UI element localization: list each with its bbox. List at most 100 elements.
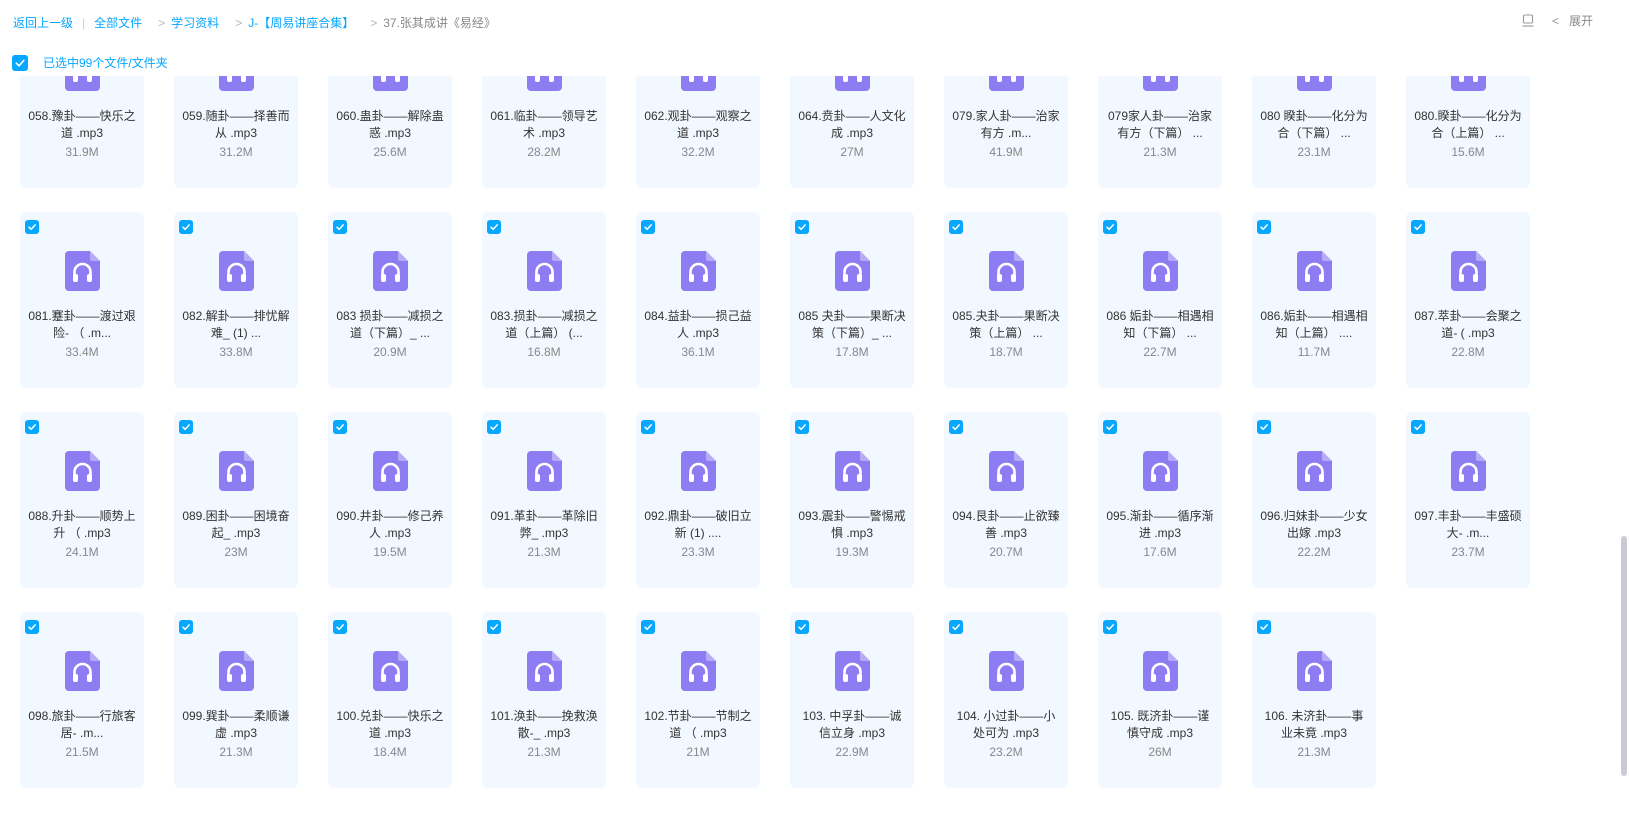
file-checkbox[interactable] <box>795 420 809 434</box>
file-checkbox[interactable] <box>333 620 347 634</box>
file-card[interactable]: 079家人卦——治家有方（下篇） ... 21.3M <box>1098 76 1222 188</box>
file-checkbox[interactable] <box>641 220 655 234</box>
file-size: 17.8M <box>835 345 869 359</box>
scrollbar[interactable] <box>1619 76 1629 815</box>
file-size: 22.9M <box>835 745 869 759</box>
file-checkbox[interactable] <box>179 420 193 434</box>
file-card[interactable]: 088.升卦——顺势上升 （ .mp3 24.1M <box>20 412 144 588</box>
breadcrumb-arrow-icon: > <box>370 15 378 30</box>
file-checkbox[interactable] <box>1103 420 1117 434</box>
file-card[interactable]: 083.损卦——减损之道（上篇） (... 16.8M <box>482 212 606 388</box>
audio-file-icon <box>373 251 408 291</box>
file-card[interactable]: 086 姤卦——相遇相知（下篇） ... 22.7M <box>1098 212 1222 388</box>
audio-file-icon <box>1143 76 1178 91</box>
audio-file-icon <box>219 451 254 491</box>
file-size: 31.2M <box>219 145 253 159</box>
audio-file-icon <box>527 651 562 691</box>
file-card[interactable]: 064.贲卦——人文化成 .mp3 27M <box>790 76 914 188</box>
file-card[interactable]: 095.渐卦——循序渐进 .mp3 17.6M <box>1098 412 1222 588</box>
file-card[interactable]: 091.革卦——革除旧弊_ .mp3 21.3M <box>482 412 606 588</box>
file-card[interactable]: 062.观卦——观察之道 .mp3 32.2M <box>636 76 760 188</box>
file-checkbox[interactable] <box>641 420 655 434</box>
scrollbar-thumb[interactable] <box>1621 536 1627 776</box>
file-card[interactable]: 103. 中孚卦——诚信立身 .mp3 22.9M <box>790 612 914 788</box>
file-card[interactable]: 097.丰卦——丰盛硕大- .m... 23.7M <box>1406 412 1530 588</box>
audio-file-icon <box>65 76 100 91</box>
file-checkbox[interactable] <box>1257 420 1271 434</box>
file-name: 059.随卦——择善而从 .mp3 <box>182 109 290 140</box>
file-card[interactable]: 099.巽卦——柔顺谦虚 .mp3 21.3M <box>174 612 298 788</box>
file-checkbox[interactable] <box>179 220 193 234</box>
file-checkbox[interactable] <box>333 220 347 234</box>
file-name: 086.姤卦——相遇相知（上篇） .... <box>1260 309 1368 340</box>
file-name: 094.艮卦——止欲臻善 .mp3 <box>952 509 1060 540</box>
file-checkbox[interactable] <box>1103 620 1117 634</box>
file-checkbox[interactable] <box>795 220 809 234</box>
file-card[interactable]: 098.旅卦——行旅客居- .m... 21.5M <box>20 612 144 788</box>
file-card[interactable]: 080 睽卦——化分为合（下篇） ... 23.1M <box>1252 76 1376 188</box>
expand-button[interactable]: < 展开 <box>1552 12 1593 29</box>
file-card[interactable]: 084.益卦——损己益人 .mp3 36.1M <box>636 212 760 388</box>
file-checkbox[interactable] <box>949 620 963 634</box>
file-checkbox[interactable] <box>795 620 809 634</box>
file-card[interactable]: 101.涣卦——挽救涣散-_ .mp3 21.3M <box>482 612 606 788</box>
file-size: 20.7M <box>989 545 1023 559</box>
breadcrumb-item-study[interactable]: 学习资料 <box>171 14 219 31</box>
file-size: 21.3M <box>219 745 253 759</box>
file-checkbox[interactable] <box>1257 620 1271 634</box>
file-size: 32.2M <box>681 145 715 159</box>
file-checkbox[interactable] <box>949 220 963 234</box>
file-card[interactable]: 081.蹇卦——渡过艰险- （ .m... 33.4M <box>20 212 144 388</box>
file-card[interactable]: 090.井卦——修己养人 .mp3 19.5M <box>328 412 452 588</box>
file-card[interactable]: 080.睽卦——化分为合（上篇） ... 15.6M <box>1406 76 1530 188</box>
file-name: 058.豫卦——快乐之道 .mp3 <box>28 109 136 140</box>
file-card[interactable]: 104. 小过卦——小处可为 .mp3 23.2M <box>944 612 1068 788</box>
file-card[interactable]: 086.姤卦——相遇相知（上篇） .... 11.7M <box>1252 212 1376 388</box>
file-card[interactable]: 096.归妹卦——少女出嫁 .mp3 22.2M <box>1252 412 1376 588</box>
file-checkbox[interactable] <box>1103 220 1117 234</box>
file-checkbox[interactable] <box>179 620 193 634</box>
file-checkbox[interactable] <box>25 620 39 634</box>
file-card[interactable]: 085.夬卦——果断决策（上篇） ... 18.7M <box>944 212 1068 388</box>
file-checkbox[interactable] <box>25 220 39 234</box>
file-card[interactable]: 102.节卦——节制之道 （ .mp3 21M <box>636 612 760 788</box>
file-name: 103. 中孚卦——诚信立身 .mp3 <box>802 709 902 740</box>
file-card[interactable]: 105. 既济卦——谨慎守成 .mp3 26M <box>1098 612 1222 788</box>
file-card[interactable]: 061.临卦——领导艺术 .mp3 28.2M <box>482 76 606 188</box>
file-size: 21.3M <box>1143 145 1177 159</box>
file-card[interactable]: 060.蛊卦——解除蛊惑 .mp3 25.6M <box>328 76 452 188</box>
file-checkbox[interactable] <box>641 620 655 634</box>
file-card[interactable]: 087.萃卦——会聚之道- ( .mp3 22.8M <box>1406 212 1530 388</box>
file-card[interactable]: 082.解卦——排忧解难_ (1) ... 33.8M <box>174 212 298 388</box>
file-card[interactable]: 100.兑卦——快乐之道 .mp3 18.4M <box>328 612 452 788</box>
file-checkbox[interactable] <box>949 420 963 434</box>
file-checkbox[interactable] <box>1257 220 1271 234</box>
file-card[interactable]: 059.随卦——择善而从 .mp3 31.2M <box>174 76 298 188</box>
file-checkbox[interactable] <box>1411 220 1425 234</box>
file-card[interactable]: 083 损卦——减损之道（下篇）_ ... 20.9M <box>328 212 452 388</box>
document-icon[interactable] <box>1522 14 1534 27</box>
file-checkbox[interactable] <box>487 420 501 434</box>
audio-file-icon <box>1451 251 1486 291</box>
breadcrumb-item-all-files[interactable]: 全部文件 <box>94 14 142 31</box>
back-link[interactable]: 返回上一级 <box>13 14 73 31</box>
file-checkbox[interactable] <box>487 620 501 634</box>
file-checkbox[interactable] <box>25 420 39 434</box>
file-card[interactable]: 089.困卦——困境奋起_ .mp3 23M <box>174 412 298 588</box>
file-card[interactable]: 094.艮卦——止欲臻善 .mp3 20.7M <box>944 412 1068 588</box>
file-card[interactable]: 058.豫卦——快乐之道 .mp3 31.9M <box>20 76 144 188</box>
file-card[interactable]: 085 夬卦——果断决策（下篇）_ ... 17.8M <box>790 212 914 388</box>
file-card[interactable]: 106. 未济卦——事业未竟 .mp3 21.3M <box>1252 612 1376 788</box>
file-card[interactable]: 093.震卦——警惕戒惧 .mp3 19.3M <box>790 412 914 588</box>
breadcrumb-item-collection[interactable]: J-【周易讲座合集】 <box>248 14 354 31</box>
file-checkbox[interactable] <box>333 420 347 434</box>
file-size: 23.1M <box>1297 145 1331 159</box>
file-card[interactable]: 079.家人卦——治家有方 .m... 41.9M <box>944 76 1068 188</box>
file-card[interactable]: 092.鼎卦——破旧立新 (1) .... 23.3M <box>636 412 760 588</box>
file-checkbox[interactable] <box>487 220 501 234</box>
top-bar: 返回上一级 | 全部文件 > 学习资料 > J-【周易讲座合集】 > 37.张其… <box>0 0 1629 44</box>
select-all-checkbox[interactable] <box>12 54 28 71</box>
file-size: 31.9M <box>65 145 99 159</box>
file-checkbox[interactable] <box>1411 420 1425 434</box>
audio-file-icon <box>65 451 100 491</box>
